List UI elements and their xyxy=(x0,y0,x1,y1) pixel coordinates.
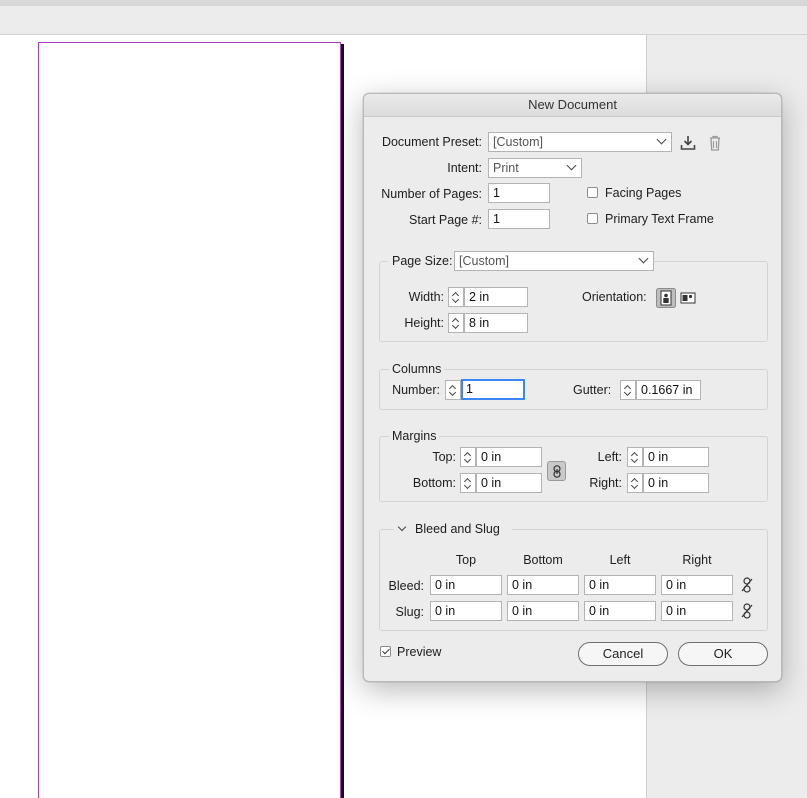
dialog-title: New Document xyxy=(364,94,781,117)
document-preset-label: Document Preset: xyxy=(381,135,482,149)
width-stepper[interactable] xyxy=(448,287,464,307)
new-document-dialog: New Document Document Preset: [Custom] I… xyxy=(363,93,782,682)
page-shadow xyxy=(341,44,344,798)
start-page-field[interactable]: 1 xyxy=(488,209,550,229)
document-preset-value: [Custom] xyxy=(493,135,544,149)
bleed-slug-title: Bleed and Slug xyxy=(415,522,500,536)
columns-number-stepper[interactable] xyxy=(445,380,461,400)
broken-link-icon[interactable] xyxy=(740,577,754,593)
chevron-down-icon xyxy=(656,134,667,145)
portrait-orientation-icon[interactable] xyxy=(656,288,676,308)
margin-bottom-field[interactable]: 0 in xyxy=(476,473,542,493)
width-field[interactable]: 2 in xyxy=(464,287,528,307)
document-page xyxy=(38,42,341,798)
columns-title: Columns xyxy=(389,362,445,376)
intent-select[interactable]: Print xyxy=(488,158,582,178)
margin-top-stepper[interactable] xyxy=(460,447,476,467)
primary-text-frame-label: Primary Text Frame xyxy=(605,212,714,226)
bleed-header-bottom: Bottom xyxy=(523,553,563,567)
margin-right-label: Right: xyxy=(589,476,622,490)
orientation-label: Orientation: xyxy=(582,290,647,304)
bleed-header-top: Top xyxy=(455,553,477,567)
margin-left-field[interactable]: 0 in xyxy=(643,447,709,467)
ok-button[interactable]: OK xyxy=(678,642,768,666)
chevron-down-icon xyxy=(397,522,407,532)
slug-top-field[interactable]: 0 in xyxy=(430,601,502,621)
start-page-label: Start Page #: xyxy=(409,213,482,227)
landscape-orientation-icon[interactable] xyxy=(679,289,697,307)
margin-top-field[interactable]: 0 in xyxy=(476,447,542,467)
width-label: Width: xyxy=(408,290,444,304)
slug-bottom-field[interactable]: 0 in xyxy=(507,601,579,621)
slug-right-field[interactable]: 0 in xyxy=(661,601,733,621)
height-field[interactable]: 8 in xyxy=(464,313,528,333)
control-bar xyxy=(0,6,807,35)
page-size-label: Page Size: xyxy=(388,254,456,268)
preview-label: Preview xyxy=(397,645,442,659)
bleed-bottom-field[interactable]: 0 in xyxy=(507,575,579,595)
gutter-stepper[interactable] xyxy=(620,380,636,400)
broken-link-icon[interactable] xyxy=(740,603,754,619)
margin-right-stepper[interactable] xyxy=(627,473,643,493)
preview-checkbox[interactable] xyxy=(380,646,391,657)
page-size-select[interactable]: [Custom] xyxy=(454,251,654,271)
bleed-header-right: Right xyxy=(682,553,712,567)
margin-left-stepper[interactable] xyxy=(627,447,643,467)
number-of-pages-field[interactable]: 1 xyxy=(488,183,550,203)
facing-pages-checkbox[interactable] xyxy=(587,187,598,198)
columns-number-field[interactable]: 1 xyxy=(461,379,525,400)
chevron-down-icon xyxy=(638,253,649,264)
margin-right-field[interactable]: 0 in xyxy=(643,473,709,493)
facing-pages-label: Facing Pages xyxy=(605,186,682,200)
margins-group xyxy=(379,436,768,502)
height-label: Height: xyxy=(404,316,444,330)
document-preset-select[interactable]: [Custom] xyxy=(488,132,672,152)
bleed-left-field[interactable]: 0 in xyxy=(584,575,656,595)
chevron-down-icon xyxy=(566,160,577,171)
margin-bottom-label: Bottom: xyxy=(412,476,456,490)
margins-title: Margins xyxy=(389,429,440,443)
download-icon[interactable] xyxy=(678,133,698,153)
primary-text-frame-checkbox[interactable] xyxy=(587,213,598,224)
margin-bottom-stepper[interactable] xyxy=(460,473,476,493)
intent-value: Print xyxy=(493,161,519,175)
bleed-header-left: Left xyxy=(609,553,631,567)
margin-left-label: Left: xyxy=(597,450,622,464)
intent-label: Intent: xyxy=(447,161,482,175)
gutter-field[interactable]: 0.1667 in xyxy=(636,380,701,400)
bleed-label: Bleed: xyxy=(388,579,424,593)
margin-link-button[interactable] xyxy=(547,461,566,481)
page-size-value: [Custom] xyxy=(459,254,510,268)
bleed-top-field[interactable]: 0 in xyxy=(430,575,502,595)
number-of-pages-label: Number of Pages: xyxy=(381,187,482,201)
bleed-right-field[interactable]: 0 in xyxy=(661,575,733,595)
margin-top-label: Top: xyxy=(432,450,456,464)
height-stepper[interactable] xyxy=(448,313,464,333)
bleed-slug-header[interactable]: Bleed and Slug xyxy=(394,522,512,538)
trash-icon[interactable] xyxy=(705,133,725,153)
cancel-button[interactable]: Cancel xyxy=(578,642,668,666)
slug-label: Slug: xyxy=(395,605,425,619)
columns-number-label: Number: xyxy=(392,383,440,397)
chain-link-icon xyxy=(553,465,561,478)
gutter-label: Gutter: xyxy=(573,383,612,397)
slug-left-field[interactable]: 0 in xyxy=(584,601,656,621)
